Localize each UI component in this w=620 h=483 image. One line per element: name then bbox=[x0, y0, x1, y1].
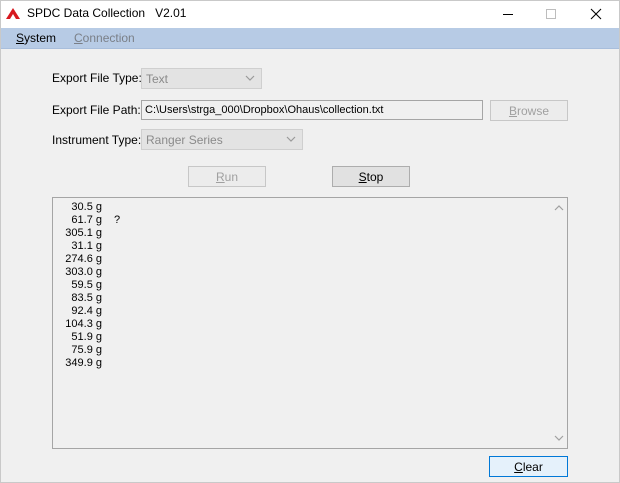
output-value: 31.1 g bbox=[71, 240, 102, 252]
output-line: 104.3 g bbox=[65, 318, 120, 331]
maximize-button[interactable] bbox=[528, 1, 574, 27]
output-line: 59.5 g bbox=[65, 279, 120, 292]
output-value: 92.4 g bbox=[71, 305, 102, 317]
title-bar[interactable]: SPDC Data Collection V2.01 bbox=[1, 1, 619, 28]
chevron-down-icon bbox=[286, 136, 296, 142]
output-value: 61.7 g bbox=[71, 214, 102, 226]
output-value: 104.3 g bbox=[65, 318, 102, 330]
output-line: 75.9 g bbox=[65, 344, 120, 357]
export-file-path-label: Export File Path: bbox=[52, 103, 141, 117]
instrument-type-value: Ranger Series bbox=[146, 133, 223, 147]
minimize-button[interactable] bbox=[485, 1, 531, 27]
close-icon bbox=[590, 8, 602, 20]
output-value: 30.5 g bbox=[71, 201, 102, 213]
output-line: 51.9 g bbox=[65, 331, 120, 344]
output-value: 349.9 g bbox=[65, 357, 102, 369]
instrument-type-label: Instrument Type: bbox=[52, 133, 142, 147]
scroll-down-icon[interactable] bbox=[554, 434, 564, 442]
output-lines: 30.5 g 61.7 g? 305.1 g 31.1 g 274.6 g 303.0 g… bbox=[65, 201, 120, 370]
output-line: 349.9 g bbox=[65, 357, 120, 370]
export-file-type-value: Text bbox=[146, 72, 169, 86]
output-value: 75.9 g bbox=[71, 344, 102, 356]
output-flag: ? bbox=[114, 214, 121, 226]
menu-system[interactable]: System bbox=[16, 31, 56, 45]
output-line: 303.0 g bbox=[65, 266, 120, 279]
output-line: 83.5 g bbox=[65, 292, 120, 305]
browse-button[interactable]: Browse bbox=[490, 100, 568, 121]
close-button[interactable] bbox=[573, 1, 619, 27]
app-window: SPDC Data Collection V2.01 System Connec… bbox=[0, 0, 620, 483]
ohaus-logo-icon bbox=[5, 7, 21, 21]
run-button[interactable]: Run bbox=[188, 166, 266, 187]
window-title: SPDC Data Collection V2.01 bbox=[27, 6, 187, 20]
output-line: 305.1 g bbox=[65, 227, 120, 240]
minimize-icon bbox=[503, 14, 513, 15]
output-value: 274.6 g bbox=[65, 253, 102, 265]
output-value: 305.1 g bbox=[65, 227, 102, 239]
output-line: 30.5 g bbox=[65, 201, 120, 214]
menu-bar: System Connection bbox=[1, 28, 619, 49]
export-file-path-input[interactable]: C:\Users\strga_000\Dropbox\Ohaus\collect… bbox=[141, 100, 483, 120]
stop-button[interactable]: Stop bbox=[332, 166, 410, 187]
output-line: 92.4 g bbox=[65, 305, 120, 318]
output-textarea[interactable]: 30.5 g 61.7 g? 305.1 g 31.1 g 274.6 g 303.0 g… bbox=[52, 197, 568, 449]
chevron-down-icon bbox=[245, 75, 255, 81]
export-file-type-select[interactable]: Text bbox=[141, 68, 262, 89]
output-value: 83.5 g bbox=[71, 292, 102, 304]
menu-connection[interactable]: Connection bbox=[74, 31, 135, 45]
output-scrollbar[interactable] bbox=[551, 198, 567, 448]
output-line: 61.7 g? bbox=[65, 214, 120, 227]
maximize-icon bbox=[546, 9, 556, 19]
output-value: 59.5 g bbox=[71, 279, 102, 291]
output-value: 303.0 g bbox=[65, 266, 102, 278]
output-line: 31.1 g bbox=[65, 240, 120, 253]
clear-button[interactable]: Clear bbox=[489, 456, 568, 477]
scroll-up-icon[interactable] bbox=[554, 204, 564, 212]
output-line: 274.6 g bbox=[65, 253, 120, 266]
output-value: 51.9 g bbox=[71, 331, 102, 343]
export-file-type-label: Export File Type: bbox=[52, 71, 142, 85]
instrument-type-select[interactable]: Ranger Series bbox=[141, 129, 303, 150]
